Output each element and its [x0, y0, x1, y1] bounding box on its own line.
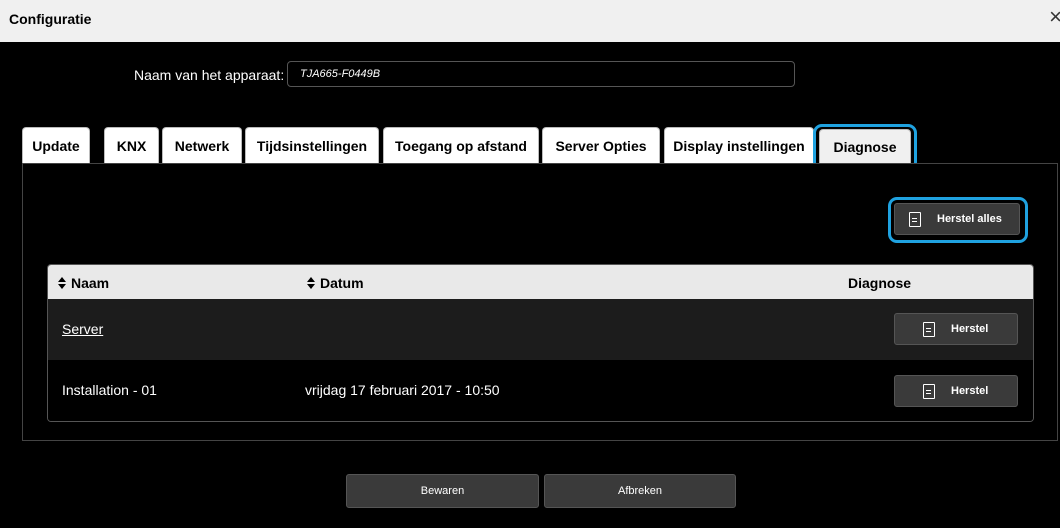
row-name-link[interactable]: Server — [62, 321, 103, 337]
header-date[interactable]: Datum — [307, 275, 364, 291]
window-title: Configuratie — [9, 11, 92, 27]
tab-tijdsinstellingen[interactable]: Tijdsinstellingen — [245, 127, 379, 163]
tab-knx[interactable]: KNX — [104, 127, 159, 163]
tab-display-instellingen[interactable]: Display instellingen — [664, 127, 814, 163]
sort-icon — [58, 277, 67, 289]
sort-icon — [307, 277, 316, 289]
header-name[interactable]: Naam — [58, 275, 109, 291]
table-row: Server Herstel — [48, 299, 1033, 361]
row-name: Installation - 01 — [62, 382, 157, 398]
save-button[interactable]: Bewaren — [346, 474, 539, 508]
tab-server-opties[interactable]: Server Opties — [542, 127, 660, 163]
title-bar: Configuratie × — [0, 0, 1060, 42]
restore-button[interactable]: Herstel — [894, 375, 1018, 407]
restore-all-button[interactable]: Herstel alles — [894, 203, 1020, 235]
table-row: Installation - 01 vrijdag 17 februari 20… — [48, 360, 1033, 421]
device-name-label: Naam van het apparaat: — [134, 67, 285, 83]
document-icon — [909, 211, 921, 227]
table-header: Naam Datum Diagnose — [48, 265, 1033, 299]
diagnose-table: Naam Datum Diagnose Server Herstel Insta… — [47, 264, 1034, 422]
tab-update[interactable]: Update — [22, 127, 90, 163]
document-icon — [923, 321, 935, 337]
document-icon — [923, 383, 935, 399]
device-name-input[interactable] — [287, 61, 795, 87]
tab-diagnose[interactable]: Diagnose — [819, 129, 911, 163]
tab-netwerk[interactable]: Netwerk — [162, 127, 242, 163]
row-date: vrijdag 17 februari 2017 - 10:50 — [305, 382, 500, 398]
header-diagnose: Diagnose — [848, 275, 912, 291]
cancel-button[interactable]: Afbreken — [544, 474, 736, 508]
close-icon[interactable]: × — [1049, 6, 1060, 28]
tab-toegang-op-afstand[interactable]: Toegang op afstand — [383, 127, 539, 163]
restore-button[interactable]: Herstel — [894, 313, 1018, 345]
restore-all-label: Herstel alles — [937, 213, 1002, 225]
